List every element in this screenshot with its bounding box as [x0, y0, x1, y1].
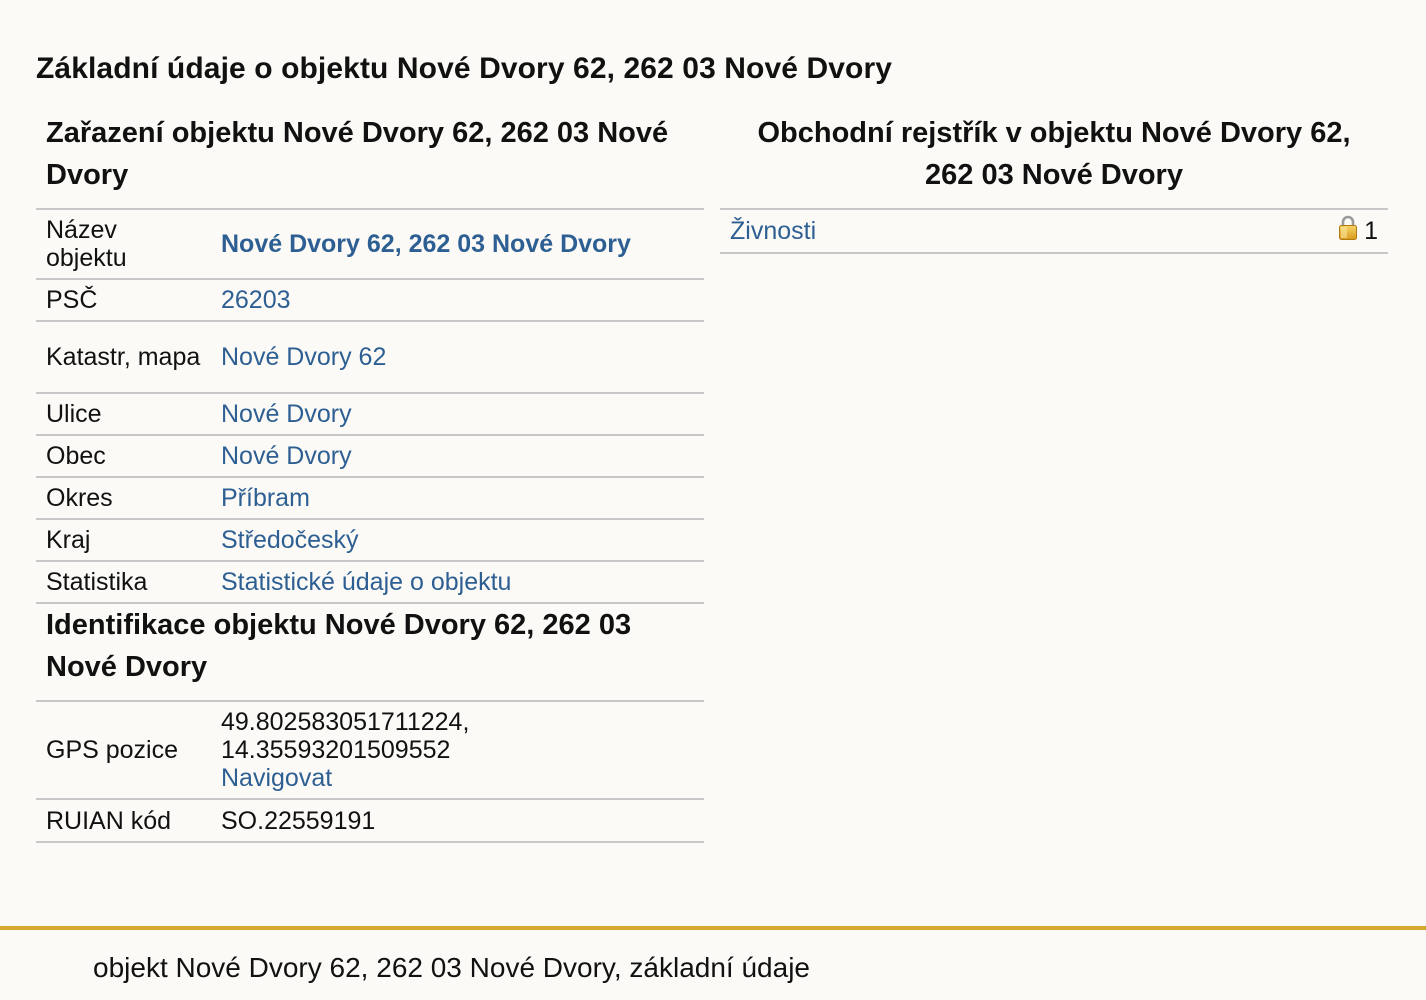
region-link[interactable]: Středočeský	[221, 526, 359, 554]
row-label-name: Název objektu	[36, 209, 211, 280]
psc-link[interactable]: 26203	[221, 286, 291, 314]
classification-title: Zařazení objektu Nové Dvory 62, 262 03 N…	[46, 117, 669, 191]
ruian-code: SO.22559191	[211, 799, 704, 843]
trades-count: 1	[1364, 216, 1378, 245]
table-row: Statistika Statistické údaje o objektu	[36, 561, 704, 604]
row-label-psc: PSČ	[36, 279, 211, 322]
table-row: PSČ 26203	[36, 279, 704, 322]
row-label-district: Okres	[36, 477, 211, 520]
table-row: Kraj Středočeský	[36, 519, 704, 562]
trades-count-cell: 1	[1146, 209, 1388, 254]
row-label-region: Kraj	[36, 519, 211, 562]
gps-latitude: 49.802583051711224,	[221, 708, 470, 736]
row-label-ruian: RUIAN kód	[36, 799, 211, 843]
district-link[interactable]: Příbram	[221, 484, 310, 512]
footer-text: objekt Nové Dvory 62, 262 03 Nové Dvory,…	[93, 952, 810, 983]
row-label-statistics: Statistika	[36, 561, 211, 604]
object-name-link[interactable]: Nové Dvory 62, 262 03 Nové Dvory	[221, 230, 631, 258]
statistics-link[interactable]: Statistické údaje o objektu	[221, 568, 511, 596]
cadastre-link[interactable]: Nové Dvory 62	[221, 343, 386, 371]
trades-link[interactable]: Živnosti	[730, 217, 816, 245]
classification-table: Název objektu Nové Dvory 62, 262 03 Nové…	[36, 208, 704, 604]
table-row: GPS pozice 49.802583051711224, 14.355932…	[36, 701, 704, 800]
table-row: RUIAN kód SO.22559191	[36, 799, 704, 843]
table-row: Název objektu Nové Dvory 62, 262 03 Nové…	[36, 209, 704, 280]
table-row: Obec Nové Dvory	[36, 435, 704, 478]
row-label-municipality: Obec	[36, 435, 211, 478]
row-label-street: Ulice	[36, 393, 211, 436]
identification-title: Identifikace objektu Nové Dvory 62, 262 …	[46, 609, 632, 683]
footer: objekt Nové Dvory 62, 262 03 Nové Dvory,…	[0, 926, 1426, 1000]
right-column: Obchodní rejstřík v objektu Nové Dvory 6…	[720, 112, 1388, 254]
identification-table: GPS pozice 49.802583051711224, 14.355932…	[36, 700, 704, 843]
page: Základní údaje o objektu Nové Dvory 62, …	[0, 0, 1426, 1000]
register-title: Obchodní rejstřík v objektu Nové Dvory 6…	[757, 117, 1351, 191]
left-column: Zařazení objektu Nové Dvory 62, 262 03 N…	[36, 112, 704, 843]
table-row: Ulice Nové Dvory	[36, 393, 704, 436]
page-title: Základní údaje o objektu Nové Dvory 62, …	[36, 52, 893, 85]
street-link[interactable]: Nové Dvory	[221, 400, 352, 428]
table-row: Katastr, mapa Nové Dvory 62	[36, 321, 704, 394]
municipality-link[interactable]: Nové Dvory	[221, 442, 352, 470]
gps-longitude: 14.35593201509552	[221, 736, 451, 764]
row-label-cadastre: Katastr, mapa	[36, 321, 211, 394]
row-label-gps: GPS pozice	[36, 701, 211, 800]
register-table: Živnosti 1	[720, 208, 1388, 254]
table-row: Okres Příbram	[36, 477, 704, 520]
lock-icon	[1338, 215, 1358, 248]
navigate-link[interactable]: Navigovat	[221, 764, 332, 792]
table-row: Živnosti 1	[720, 209, 1388, 254]
